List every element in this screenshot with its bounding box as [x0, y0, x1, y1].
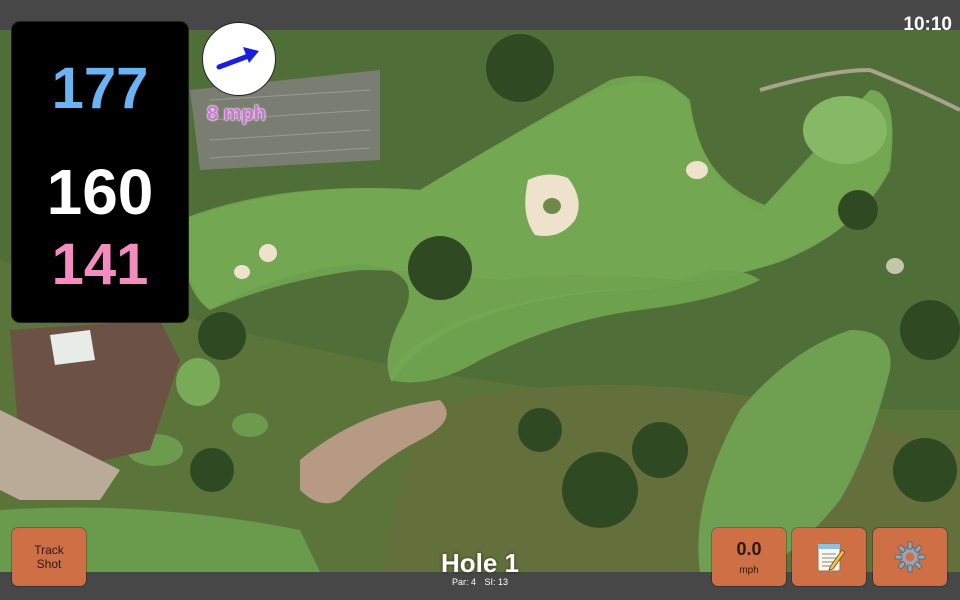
- front-yardage: 141: [51, 232, 149, 297]
- wind-indicator[interactable]: [202, 22, 276, 96]
- stroke-index-label: SI: 13: [484, 577, 509, 587]
- gear-icon: [894, 541, 926, 573]
- hole-info: Par: 4 SI: 13: [380, 577, 580, 587]
- notes-button[interactable]: [792, 528, 866, 586]
- notepad-icon: [817, 543, 846, 572]
- par-label: Par: 4: [451, 577, 476, 587]
- yardage-panel: 177 160 141: [12, 22, 188, 322]
- settings-button[interactable]: [873, 528, 947, 586]
- wind-direction-arrow-icon: [216, 47, 259, 70]
- track-shot-label-line1: Track: [34, 543, 64, 557]
- track-shot-label-line2: Shot: [36, 557, 62, 571]
- back-yardage: 177: [51, 56, 149, 121]
- wind-speed-label: 8 mph: [207, 103, 266, 125]
- track-shot-button[interactable]: Track Shot: [12, 528, 86, 586]
- hole-title: Hole 1: [440, 548, 520, 578]
- middle-yardage: 160: [46, 156, 154, 228]
- speed-unit: mph: [739, 564, 759, 576]
- speed-value: 0.0: [736, 538, 762, 559]
- speed-button[interactable]: 0.0 mph: [712, 528, 786, 586]
